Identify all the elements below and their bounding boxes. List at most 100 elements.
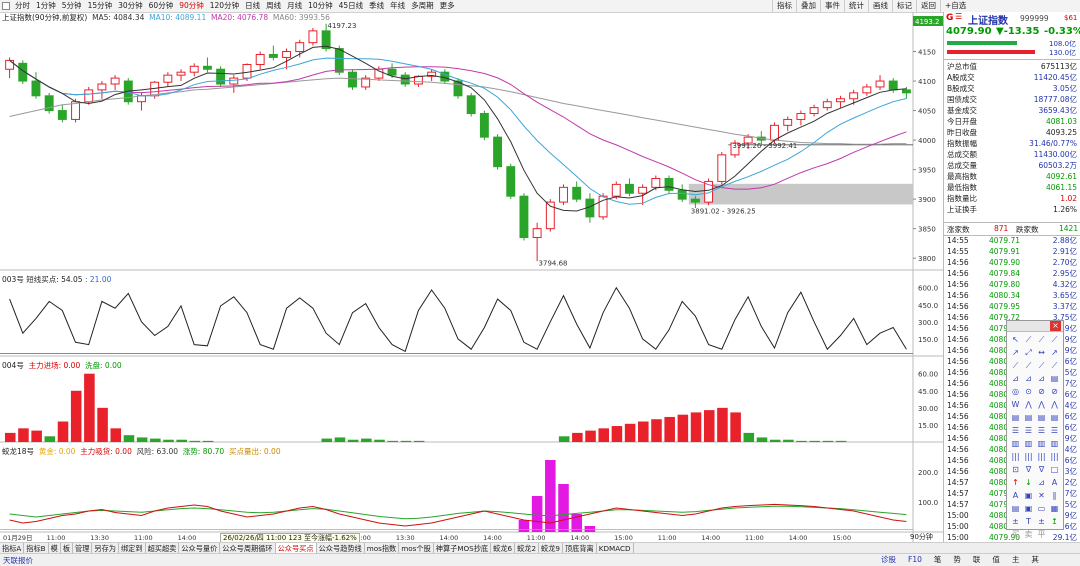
palette-tool-icon[interactable]: ▤ [1022,411,1035,424]
status-item[interactable]: 诊股 [875,554,902,566]
period-tab[interactable]: 90分钟 [176,0,207,12]
period-tab[interactable]: 多周期 [408,0,437,12]
toolbar-button[interactable]: 画线 [868,0,892,12]
palette-tool-icon[interactable]: ↗ [1009,346,1022,359]
palette-tool-icon[interactable]: ▥ [1035,437,1048,450]
palette-tool-icon[interactable]: ||| [1009,450,1022,463]
palette-tool-icon[interactable]: ||| [1035,450,1048,463]
palette-tool-icon[interactable]: ↑ [1009,476,1022,489]
palette-tool-icon[interactable]: ☰ [1022,424,1035,437]
palette-tool-icon[interactable]: ⟋ [1009,359,1022,372]
period-tab[interactable]: 5分钟 [59,0,85,12]
status-item[interactable]: 势 [947,554,967,566]
palette-tool-icon[interactable]: ⊿ [1035,476,1048,489]
star-icon[interactable]: ☰ [955,12,962,21]
palette-tool-icon[interactable]: ☰ [1009,424,1022,437]
palette-tool-icon[interactable]: ▥ [1022,437,1035,450]
status-item[interactable]: F10 [902,554,928,566]
palette-tool-icon[interactable]: ⋀ [1048,398,1061,411]
period-tab[interactable]: 更多 [437,0,458,12]
palette-tool-icon[interactable] [1048,528,1061,541]
status-item[interactable]: 其 [1025,554,1045,566]
period-tab[interactable]: 1分钟 [33,0,59,12]
palette-tool-icon[interactable]: ⟋ [1022,333,1035,346]
period-tab[interactable]: 周线 [263,0,284,12]
palette-tool-icon[interactable]: ⊘ [1035,385,1048,398]
period-tab[interactable]: 月线 [284,0,305,12]
palette-tool-icon[interactable]: ⊘ [1048,385,1061,398]
period-tab[interactable]: 年线 [387,0,408,12]
toolbar-button[interactable]: 指标 [772,0,796,12]
period-tab[interactable]: 120分钟 [207,0,242,12]
palette-tool-icon[interactable]: ± [1035,515,1048,528]
chart-area[interactable]: 4150 4100 4050 4000 3950 3900 3850 3800 4193.2 41… [0,12,943,544]
status-item[interactable]: 值 [986,554,1006,566]
palette-tool-icon[interactable]: ⟋ [1035,359,1048,372]
palette-tool-icon[interactable]: ☰ [1035,424,1048,437]
toolbar-button[interactable]: 返回 [916,0,940,12]
palette-tool-icon[interactable]: ⊿ [1022,372,1035,385]
palette-tool-icon[interactable]: ⋀ [1035,398,1048,411]
palette-tool-icon[interactable]: ± [1009,515,1022,528]
toolbar-button[interactable]: 统计 [844,0,868,12]
palette-tool-icon[interactable]: ⟋ [1022,359,1035,372]
palette-tool-icon[interactable]: ↔ [1035,346,1048,359]
palette-tool-icon[interactable]: ▤ [1009,411,1022,424]
palette-tool-icon[interactable]: ||| [1022,450,1035,463]
toolbar-button[interactable]: 叠加 [796,0,820,12]
palette-tool-icon[interactable]: ↓ [1022,476,1035,489]
period-tab[interactable]: 45日线 [336,0,367,12]
period-tab[interactable]: 15分钟 [85,0,116,12]
palette-tool-icon[interactable]: ⟋ [1048,359,1061,372]
self-select-button[interactable]: +自选 [940,0,970,12]
palette-tool-icon[interactable]: ⤢ [1022,346,1035,359]
palette-tool-icon[interactable]: ☰ [1048,424,1061,437]
palette-tool-icon[interactable]: A [1009,489,1022,502]
palette-tool-icon[interactable]: ⊿ [1035,372,1048,385]
palette-tool-icon[interactable]: ⟋ [1048,333,1061,346]
palette-tool-icon[interactable]: ▤ [1035,411,1048,424]
palette-tool-icon[interactable]: ⊡ [1009,463,1022,476]
palette-tool-icon[interactable]: ▦ [1048,502,1061,515]
palette-tool-icon[interactable]: 买 [1009,528,1022,541]
palette-tool-icon[interactable]: ▤ [1048,411,1061,424]
period-tab[interactable]: 季线 [366,0,387,12]
period-checkbox[interactable] [2,2,10,10]
palette-tool-icon[interactable]: ▣ [1022,502,1035,515]
palette-tool-icon[interactable]: 平 [1035,528,1048,541]
palette-tool-icon[interactable]: ▭ [1035,502,1048,515]
palette-tool-icon[interactable]: ↗ [1048,346,1061,359]
palette-tool-icon[interactable]: 卖 [1022,528,1035,541]
status-item[interactable]: 主 [1006,554,1026,566]
palette-tool-icon[interactable]: ⊿ [1009,372,1022,385]
toolbar-button[interactable]: 事件 [820,0,844,12]
toolbar-button[interactable]: 标记 [892,0,916,12]
palette-tool-icon[interactable]: W [1009,398,1022,411]
period-tab[interactable]: 60分钟 [146,0,177,12]
palette-tool-icon[interactable]: □ [1048,463,1061,476]
palette-tool-icon[interactable]: ▤ [1048,372,1061,385]
palette-tool-icon[interactable]: ◎ [1009,385,1022,398]
palette-tool-icon[interactable]: ∇ [1035,463,1048,476]
status-item[interactable]: 笔 [928,554,948,566]
palette-tool-icon[interactable]: ⟋ [1035,333,1048,346]
palette-close-icon[interactable]: × [1050,321,1061,331]
palette-tool-icon[interactable]: ||| [1048,450,1061,463]
palette-tool-icon[interactable]: ∇ [1022,463,1035,476]
palette-tool-icon[interactable]: ↖ [1009,333,1022,346]
palette-tool-icon[interactable]: ✕ [1035,489,1048,502]
chart-canvas[interactable]: 4150 4100 4050 4000 3950 3900 3850 3800 4193.2 41… [0,12,943,542]
status-item[interactable]: 联 [967,554,987,566]
palette-tool-icon[interactable]: ↥ [1048,515,1061,528]
palette-tool-icon[interactable]: ∥ [1048,489,1061,502]
palette-tool-icon[interactable]: T [1022,515,1035,528]
palette-tool-icon[interactable]: ▤ [1009,502,1022,515]
period-tab[interactable]: 日线 [242,0,263,12]
period-tab[interactable]: 10分钟 [305,0,336,12]
palette-tool-icon[interactable]: ⊙ [1022,385,1035,398]
palette-tool-icon[interactable]: ⋀ [1022,398,1035,411]
palette-tool-icon[interactable]: ▥ [1009,437,1022,450]
palette-tool-icon[interactable]: ▣ [1022,489,1035,502]
palette-tool-icon[interactable]: ▥ [1048,437,1061,450]
status-left[interactable]: 天联报价 [3,555,33,566]
